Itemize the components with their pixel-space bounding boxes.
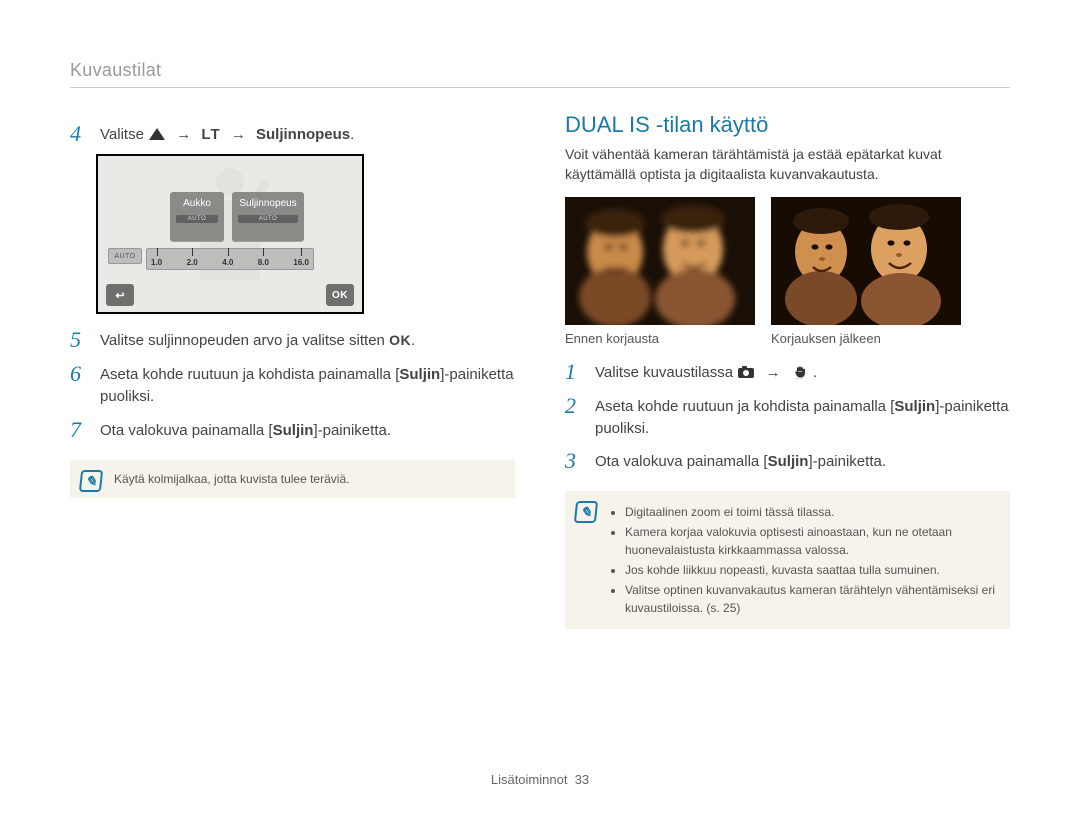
text: .	[411, 332, 415, 349]
text: Valitse suljinnopeuden arvo ja valitse s…	[100, 332, 389, 349]
text: Valitse kuvaustilassa	[595, 364, 737, 381]
text: .	[813, 364, 817, 381]
photo-row	[565, 197, 1010, 325]
footer-page: 33	[575, 772, 589, 787]
shutter-label: Suljinnopeus	[238, 198, 298, 209]
step-number: 1	[565, 360, 585, 384]
step-number: 5	[70, 328, 90, 352]
back-button[interactable]: ↩	[106, 284, 134, 306]
caption-before: Ennen korjausta	[565, 331, 755, 346]
auto-bar	[176, 215, 218, 223]
step-number: 3	[565, 449, 585, 473]
step-body: Valitse kuvaustilassa → DUAL .	[595, 360, 1010, 384]
breadcrumb: Kuvaustilat	[70, 60, 1010, 81]
scale-tick: 16.0	[293, 258, 309, 267]
step-body: Valitse suljinnopeuden arvo ja valitse s…	[100, 328, 515, 352]
caption-after: Korjauksen jälkeen	[771, 331, 961, 346]
step-3: 3 Ota valokuva painamalla [Suljin]-paini…	[565, 449, 1010, 473]
section-lead: Voit vähentää kameran tärähtämistä ja es…	[565, 144, 1010, 185]
shutter-scale[interactable]: 1.0 2.0 4.0 8.0 16.0	[146, 248, 314, 270]
text-bold: Suljinnopeus	[256, 126, 350, 143]
auto-bar	[238, 215, 298, 223]
text-bold: Suljin	[399, 366, 440, 383]
text: Aseta kohde ruutuun ja kohdista painamal…	[100, 366, 399, 383]
left-column: 4 Valitse → LT → Suljinnopeus.	[70, 112, 515, 629]
note-item: Digitaalinen zoom ei toimi tässä tilassa…	[625, 503, 1000, 521]
step-2: 2 Aseta kohde ruutuun ja kohdista painam…	[565, 394, 1010, 440]
text: ]-painiketta.	[808, 453, 886, 470]
step-7: 7 Ota valokuva painamalla [Suljin]-paini…	[70, 418, 515, 442]
arrow-icon: →	[231, 126, 246, 143]
text: Ota valokuva painamalla [	[100, 422, 273, 439]
step-number: 4	[70, 122, 90, 146]
text: .	[350, 126, 354, 143]
auto-chip[interactable]: AUTO	[108, 248, 142, 264]
lt-label: LT	[201, 126, 220, 143]
step-body: Aseta kohde ruutuun ja kohdista painamal…	[595, 394, 1010, 440]
step-number: 6	[70, 362, 90, 408]
footer-label: Lisätoiminnot	[491, 772, 568, 787]
photo-after	[771, 197, 961, 325]
step-body: Aseta kohde ruutuun ja kohdista painamal…	[100, 362, 515, 408]
note-item: Jos kohde liikkuu nopeasti, kuvasta saat…	[625, 561, 1000, 579]
arrow-icon: →	[176, 126, 191, 143]
notes-box: ✎ Digitaalinen zoom ei toimi tässä tilas…	[565, 491, 1010, 629]
note-item: Valitse optinen kuvanvakautus kameran tä…	[625, 581, 1000, 617]
scale-tick: 4.0	[222, 258, 233, 267]
aperture-label: Aukko	[176, 198, 218, 209]
svg-text:DUAL: DUAL	[795, 377, 804, 378]
photo-before	[565, 197, 755, 325]
up-triangle-icon	[148, 127, 166, 141]
ok-inline: OK	[389, 332, 411, 348]
text: ]-painiketta.	[313, 422, 391, 439]
text: Ota valokuva painamalla [	[595, 453, 768, 470]
step-body: Ota valokuva painamalla [Suljin]-painike…	[100, 418, 515, 442]
aperture-pill[interactable]: Aukko	[170, 192, 224, 241]
camera-icon	[737, 365, 755, 379]
hand-dual-icon: DUAL	[791, 365, 809, 379]
page: Kuvaustilat 4 Valitse → LT → Suljinnopeu…	[0, 0, 1080, 815]
note-icon: ✎	[574, 501, 598, 523]
step-4: 4 Valitse → LT → Suljinnopeus.	[70, 122, 515, 146]
step-number: 7	[70, 418, 90, 442]
section-title: DUAL IS -tilan käyttö	[565, 112, 1010, 138]
scale-tick: 2.0	[187, 258, 198, 267]
text: Valitse	[100, 126, 148, 143]
step-5: 5 Valitse suljinnopeuden arvo ja valitse…	[70, 328, 515, 352]
ok-button[interactable]: OK	[326, 284, 354, 306]
columns: 4 Valitse → LT → Suljinnopeus.	[70, 112, 1010, 629]
text: Aseta kohde ruutuun ja kohdista painamal…	[595, 398, 894, 415]
text-bold: Suljin	[768, 453, 809, 470]
arrow-icon: →	[765, 364, 780, 381]
note-text: Käytä kolmijalkaa, jotta kuvista tulee t…	[114, 472, 349, 486]
step-6: 6 Aseta kohde ruutuun ja kohdista painam…	[70, 362, 515, 408]
camera-preview: Aukko Suljinnopeus AUTO 1.0 2.0 4.0 8.0 …	[96, 154, 364, 314]
step-body: Valitse → LT → Suljinnopeus.	[100, 122, 515, 146]
step-1: 1 Valitse kuvaustilassa → DUAL .	[565, 360, 1010, 384]
photo-captions: Ennen korjausta Korjauksen jälkeen	[565, 331, 1010, 346]
scale-tick: 8.0	[258, 258, 269, 267]
right-column: DUAL IS -tilan käyttö Voit vähentää kame…	[565, 112, 1010, 629]
text-bold: Suljin	[894, 398, 935, 415]
divider	[70, 87, 1010, 88]
shutter-pill[interactable]: Suljinnopeus	[232, 192, 304, 241]
tip-note: ✎ Käytä kolmijalkaa, jotta kuvista tulee…	[70, 460, 515, 498]
page-footer: Lisätoiminnot 33	[0, 772, 1080, 787]
note-item: Kamera korjaa valokuvia optisesti ainoas…	[625, 523, 1000, 559]
notes-list: Digitaalinen zoom ei toimi tässä tilassa…	[609, 503, 1000, 617]
scale-tick: 1.0	[151, 258, 162, 267]
step-number: 2	[565, 394, 585, 440]
text-bold: Suljin	[273, 422, 314, 439]
note-icon: ✎	[79, 470, 103, 492]
step-body: Ota valokuva painamalla [Suljin]-painike…	[595, 449, 1010, 473]
